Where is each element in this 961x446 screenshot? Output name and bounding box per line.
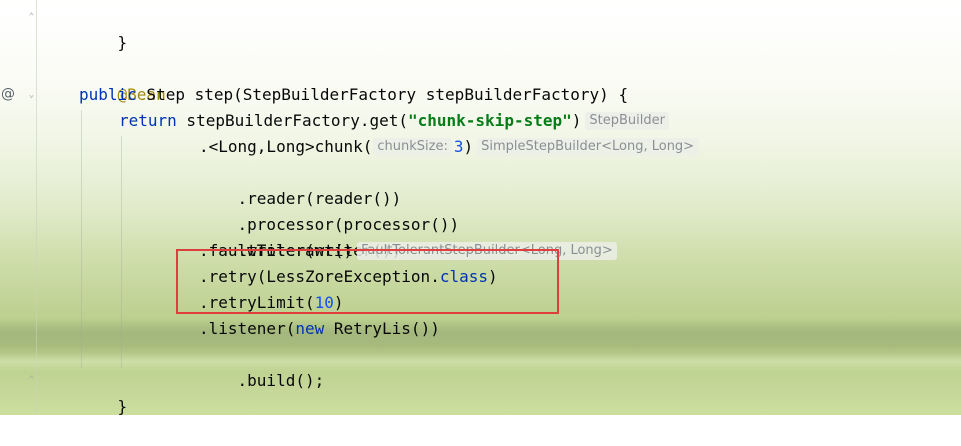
method-signature: Step step(StepBuilderFactory stepBuilder… (136, 85, 629, 104)
type-inlay-hint: StepBuilder (585, 112, 669, 130)
number-literal: 3 (453, 137, 464, 156)
code-line: .build(); (199, 342, 325, 390)
background-band (0, 352, 961, 372)
call-close: ) (571, 111, 582, 130)
code-line: @Bean (79, 56, 166, 104)
closing-brace: } (117, 33, 128, 52)
call-text: stepBuilderFactory.get( (176, 111, 408, 130)
code-line: .<Long,Long>chunk(chunkSize: 3) SimpleStep… (199, 134, 699, 160)
fold-end-icon[interactable]: ⌃ (27, 376, 36, 385)
fold-end-icon[interactable]: ⌃ (27, 13, 36, 22)
background-band (0, 318, 961, 348)
red-highlight-box (176, 249, 559, 314)
keyword-new: new (295, 319, 325, 338)
code-line: } (79, 368, 128, 416)
code-line: return stepBuilderFactory.get("chunk-ski… (119, 108, 669, 134)
keyword-return: return (119, 111, 177, 130)
listener-call: .listener( (199, 319, 296, 338)
string-literal: "chunk-skip-step" (407, 111, 572, 130)
chunk-call: .<Long,Long>chunk( (199, 137, 373, 156)
listener-rest: RetryLis()) (324, 319, 440, 338)
closing-brace: } (117, 397, 128, 416)
fold-start-icon[interactable]: ⌄ (27, 91, 36, 100)
indent-guide (121, 136, 122, 368)
code-line: .listener(new RetryLis()) (199, 316, 440, 342)
type-inlay-hint: SimpleStepBuilder<Long, Long> (477, 138, 699, 156)
gutter-separator (36, 0, 37, 415)
keyword-public: public (79, 85, 137, 104)
code-line: } (79, 4, 128, 52)
parameter-inlay-hint: chunkSize: (373, 138, 452, 156)
chunk-close: ) (463, 137, 474, 156)
indent-guide (81, 110, 82, 368)
build-call: .build(); (237, 371, 325, 390)
editor-gutter[interactable]: ⌃ ⌄ ⌃ @ (0, 0, 40, 415)
code-line: public Step step(StepBuilderFactory step… (79, 82, 628, 108)
code-line: .writer(writer()) (199, 212, 402, 260)
code-line: .reader(reader()) (199, 160, 402, 208)
code-line: .processor(processor()) (199, 186, 460, 234)
bean-gutter-icon[interactable]: @ (1, 86, 15, 102)
